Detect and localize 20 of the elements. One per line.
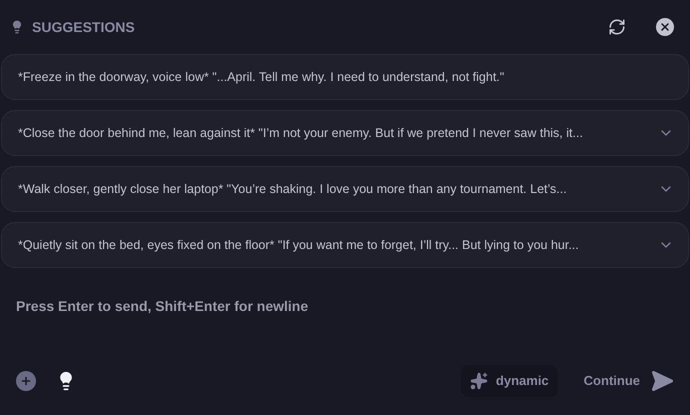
- panel-title: SUGGESTIONS: [32, 18, 135, 36]
- refresh-icon[interactable]: [608, 18, 626, 36]
- continue-button[interactable]: Continue: [584, 371, 640, 391]
- suggestion-text: *Freeze in the doorway, voice low* "...April. Tell me why. I need to understand, not fight.": [18, 68, 506, 86]
- lightbulb-icon: [10, 20, 24, 34]
- send-icon[interactable]: [650, 369, 674, 393]
- message-input[interactable]: Press Enter to send, Shift+Enter for newline: [16, 296, 674, 356]
- suggestion-card[interactable]: *Walk closer, gently close her laptop* "You’re shaking. I love you more than any tournament. Let’s...: [1, 166, 689, 212]
- suggestion-card[interactable]: *Quietly sit on the bed, eyes fixed on the floor* "If you want me to forget, I’ll try... But lying to you hur...: [1, 222, 689, 268]
- plus-icon: [20, 375, 32, 387]
- suggestion-text: *Quietly sit on the bed, eyes fixed on the floor* "If you want me to forget, I’ll try... But lying to you hur...: [18, 236, 580, 254]
- close-icon: [659, 21, 671, 33]
- suggestion-text: *Walk closer, gently close her laptop* "You’re shaking. I love you more than any tournament. Let’s...: [18, 180, 568, 198]
- suggestion-card[interactable]: *Freeze in the doorway, voice low* "...April. Tell me why. I need to understand, not fight.": [1, 54, 689, 100]
- add-button[interactable]: [16, 371, 36, 391]
- suggestion-card[interactable]: *Close the door behind me, lean against it* "I’m not your enemy. But if we pretend I never saw this, it...: [1, 110, 689, 156]
- close-button[interactable]: [656, 18, 674, 36]
- sparkles-icon: [470, 372, 488, 390]
- suggestion-text: *Close the door behind me, lean against it* "I’m not your enemy. But if we pretend I never saw this, it...: [18, 124, 584, 142]
- mode-button[interactable]: dynamic: [460, 365, 558, 397]
